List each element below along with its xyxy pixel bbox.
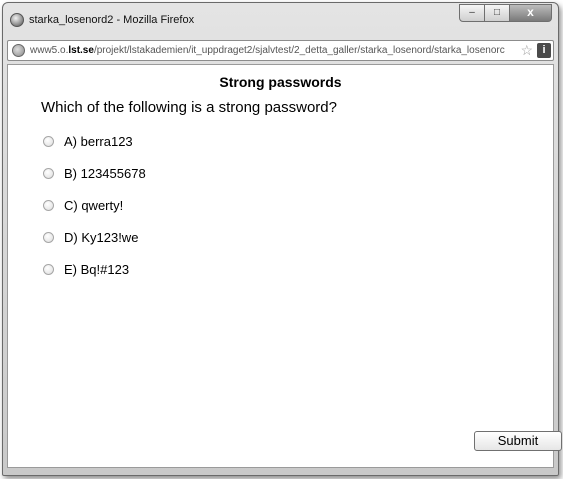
window-controls: – □ x	[459, 4, 552, 23]
page-title: Strong passwords	[219, 74, 342, 90]
radio-button[interactable]	[43, 168, 54, 179]
submit-button[interactable]: Submit	[474, 431, 562, 451]
firefox-icon	[10, 13, 24, 27]
page-content: Strong passwords Which of the following …	[7, 64, 562, 468]
title-bar[interactable]: starka_losenord2 - Mozilla Firefox – □ x	[3, 3, 558, 35]
radio-button[interactable]	[43, 136, 54, 147]
option-a[interactable]: A) berra123	[41, 133, 341, 153]
option-label: E) Bq!#123	[64, 262, 130, 277]
option-label: A) berra123	[64, 134, 133, 149]
question-text: Which of the following is a strong passw…	[41, 99, 337, 116]
window-title: starka_losenord2 - Mozilla Firefox	[29, 14, 195, 26]
option-label: C) qwerty!	[64, 198, 124, 213]
url-domain: lst.se	[68, 45, 94, 56]
option-label: B) 123455678	[64, 166, 146, 181]
minimize-button[interactable]: –	[459, 4, 485, 22]
radio-button[interactable]	[43, 200, 54, 211]
radio-button[interactable]	[43, 232, 54, 243]
close-button[interactable]: x	[510, 4, 552, 22]
radio-button[interactable]	[43, 264, 54, 275]
maximize-icon: □	[493, 7, 501, 18]
url-path: /projekt/lstakademien/it_uppdraget2/sjal…	[93, 45, 505, 56]
option-c[interactable]: C) qwerty!	[41, 197, 341, 217]
option-e[interactable]: E) Bq!#123	[41, 261, 341, 281]
option-label: D) Ky123!we	[64, 230, 139, 245]
url-text[interactable]: www5.o.lst.se/projekt/lstakademien/it_up…	[30, 45, 520, 56]
address-bar[interactable]: www5.o.lst.se/projekt/lstakademien/it_up…	[7, 40, 554, 61]
star-icon[interactable]: ☆	[520, 42, 533, 58]
site-identity-icon[interactable]	[12, 44, 25, 57]
url-prefix: www5.o.	[30, 45, 69, 56]
option-d[interactable]: D) Ky123!we	[41, 229, 341, 249]
close-icon: x	[527, 5, 534, 19]
maximize-button[interactable]: □	[485, 4, 510, 22]
option-b[interactable]: B) 123455678	[41, 165, 341, 185]
minimize-icon: –	[469, 7, 475, 18]
browser-window: starka_losenord2 - Mozilla Firefox – □ x…	[2, 2, 562, 476]
info-icon[interactable]: i	[537, 43, 551, 58]
